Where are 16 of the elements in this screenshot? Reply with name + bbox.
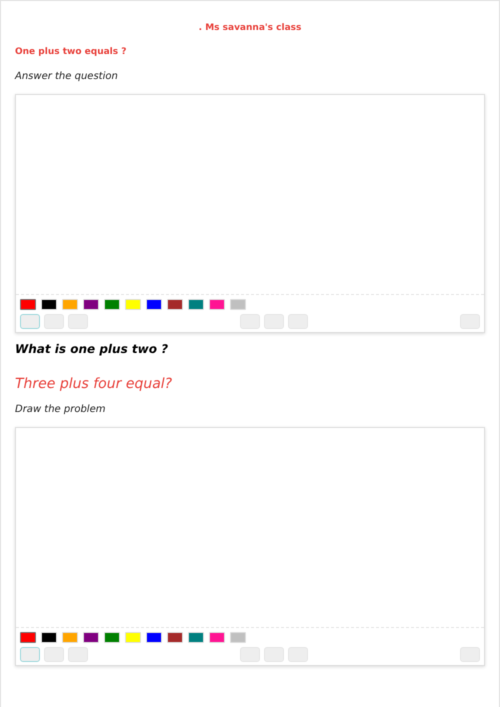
- tool-button[interactable]: [460, 314, 480, 329]
- tool-button[interactable]: [240, 647, 260, 662]
- question-heading: Three plus four equal?: [15, 376, 174, 392]
- question-heading: One plus two equals ?: [15, 47, 128, 57]
- tool-button[interactable]: [460, 647, 480, 662]
- question-text: What is one plus two ?: [15, 342, 170, 356]
- tool-button[interactable]: [264, 647, 284, 662]
- instruction-text: Draw the problem: [15, 404, 106, 415]
- tool-button[interactable]: [240, 314, 260, 329]
- color-swatch[interactable]: [20, 299, 36, 310]
- tool-button[interactable]: [264, 314, 284, 329]
- page-title: . Ms savanna's class: [198, 23, 302, 33]
- tool-button[interactable]: [288, 647, 308, 662]
- tool-button[interactable]: [288, 314, 308, 329]
- color-swatch[interactable]: [20, 632, 36, 643]
- instruction-text: Answer the question: [15, 71, 119, 82]
